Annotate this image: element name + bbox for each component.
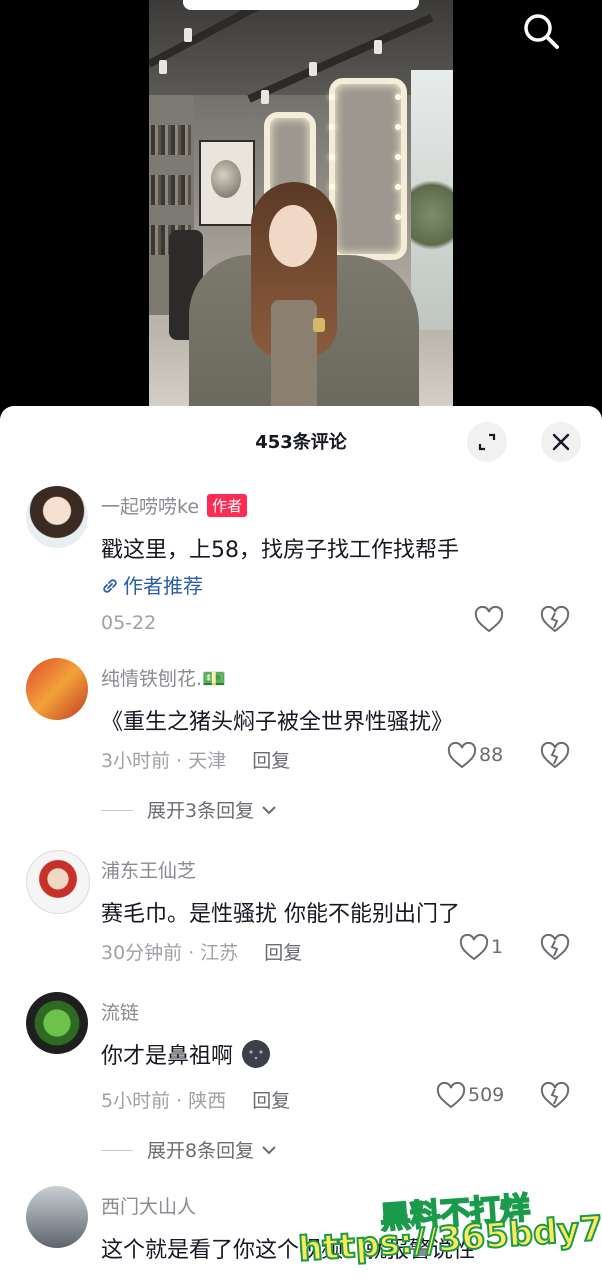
dislike-button[interactable] <box>540 1081 570 1114</box>
watermark: 黑料不打烊 https://365bdy7.com <box>290 1180 602 1280</box>
expand-replies-label: 展开3条回复 <box>147 800 255 822</box>
expand-button[interactable] <box>467 422 507 462</box>
chevron-down-icon <box>262 1146 276 1155</box>
comment-text: 《重生之猪头焖子被全世界性骚扰》 <box>101 710 454 735</box>
heart-icon <box>459 933 489 961</box>
reply-button[interactable]: 回复 <box>252 1090 290 1112</box>
broken-heart-icon <box>540 741 570 769</box>
heart-icon <box>474 605 504 633</box>
comment-time: 5小时前 · 陕西 <box>101 1090 227 1112</box>
avatar[interactable] <box>26 992 88 1054</box>
close-button[interactable] <box>541 422 581 462</box>
comment-text: 你才是鼻祖啊 <box>101 1044 234 1069</box>
comment-count-title: 453条评论 <box>255 432 347 453</box>
avatar[interactable] <box>26 486 88 548</box>
avatar[interactable] <box>26 850 90 914</box>
comment-time: 3小时前 · 天津 <box>101 750 227 772</box>
dislike-button[interactable] <box>540 933 570 966</box>
reply-button[interactable]: 回复 <box>264 942 302 964</box>
comment-username[interactable]: 浦东王仙芝 <box>101 856 196 883</box>
ceiling <box>149 0 453 104</box>
search-button[interactable] <box>520 10 562 52</box>
comment-text: 戳这里，上58，找房子找工作找帮手 <box>101 538 459 563</box>
comment-time: 05-22 <box>101 612 157 634</box>
expand-replies-button[interactable]: 展开3条回复 <box>101 796 278 823</box>
comment-username[interactable]: 纯情铁刨花.💵 <box>101 664 226 691</box>
comment-username[interactable]: 西门大山人 <box>101 1192 196 1219</box>
top-handle <box>183 0 419 10</box>
poster <box>199 140 255 226</box>
comments-sheet: 453条评论 一起唠唠ke 作者 戳这里，上58，找房子找工作找帮手 作者推荐 0… <box>0 406 602 1280</box>
expand-replies-label: 展开8条回复 <box>147 1140 255 1162</box>
heart-icon <box>436 1081 466 1109</box>
comment-text: 赛毛巾。是性骚扰 你能不能别出门了 <box>101 902 460 927</box>
dislike-button[interactable] <box>540 605 570 638</box>
broken-heart-icon <box>540 933 570 961</box>
reply-button[interactable]: 回复 <box>252 750 290 772</box>
comment-time: 30分钟前 · 江苏 <box>101 942 239 964</box>
comment-username[interactable]: 流链 <box>101 998 139 1025</box>
author-recommend-link[interactable]: 作者推荐 <box>101 570 203 599</box>
video-player[interactable] <box>149 0 453 420</box>
avatar[interactable] <box>26 1186 88 1248</box>
like-button[interactable]: 509 <box>436 1081 556 1114</box>
recommend-label: 作者推荐 <box>123 574 203 598</box>
broken-heart-icon <box>540 605 570 633</box>
search-icon <box>524 14 559 49</box>
like-count: 88 <box>479 744 504 766</box>
close-icon <box>552 433 570 451</box>
heart-icon <box>447 741 477 769</box>
expand-icon <box>478 433 496 451</box>
link-icon <box>103 579 117 593</box>
author-badge: 作者 <box>207 494 248 517</box>
avatar[interactable] <box>26 658 88 720</box>
like-count: 1 <box>491 936 504 958</box>
like-count: 509 <box>468 1084 505 1106</box>
chevron-down-icon <box>262 806 276 815</box>
mirror <box>329 78 407 260</box>
comment-username[interactable]: 一起唠唠ke <box>101 496 199 518</box>
like-button[interactable] <box>474 605 594 638</box>
expand-replies-button[interactable]: 展开8条回复 <box>101 1136 278 1163</box>
dislike-button[interactable] <box>540 741 570 774</box>
emoji-icon <box>242 1040 271 1068</box>
broken-heart-icon <box>540 1081 570 1109</box>
